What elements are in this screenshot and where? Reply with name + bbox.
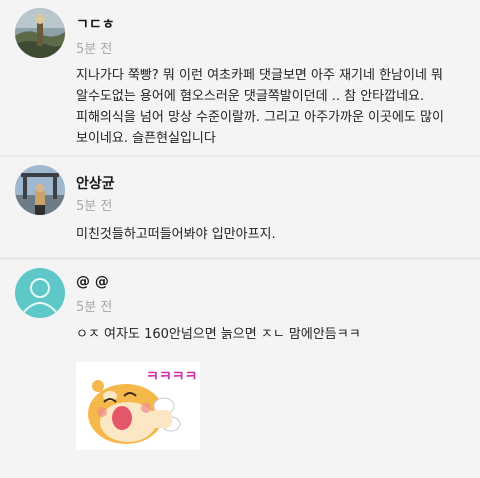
- comment-text: 미친것들하고떠들어봐야 입만아프지.: [76, 227, 276, 242]
- comment-item: ㄱㄷㅎ 5분 전 지나가다 쭉빵? 뭐 이런 여초카페 댓글보면 아주 재기네 …: [0, 0, 480, 155]
- comment-author[interactable]: 안상균: [76, 173, 115, 193]
- laughing-hamster-sticker[interactable]: ㅋㅋㅋㅋ: [76, 362, 200, 450]
- comment-list: ㄱㄷㅎ 5분 전 지나가다 쭉빵? 뭐 이런 여초카페 댓글보면 아주 재기네 …: [0, 0, 480, 478]
- comment-item: 안상균 5분 전 미친것들하고떠들어봐야 입만아프지.: [0, 157, 480, 257]
- comment-text: ㅇㅈ 여자도 160안넘으면 늙으면 ㅈㄴ 맘에안듬ㅋㅋ: [76, 327, 361, 342]
- user-avatar[interactable]: [15, 268, 65, 318]
- comment-item: @ @ 5분 전 ㅇㅈ 여자도 160안넘으면 늙으면 ㅈㄴ 맘에안듬ㅋㅋ ㅋㅋ…: [0, 260, 480, 478]
- comment-author[interactable]: @ @: [76, 274, 109, 290]
- comment-timestamp: 5분 전: [76, 199, 113, 214]
- landmark-avatar-icon: [15, 165, 65, 215]
- comment-timestamp: 5분 전: [76, 300, 113, 315]
- user-avatar[interactable]: [15, 8, 65, 58]
- default-person-avatar-icon: [15, 268, 65, 318]
- comment-author[interactable]: ㄱㄷㅎ: [76, 14, 115, 34]
- landscape-avatar-icon: [15, 8, 65, 58]
- sticker-laugh-text: ㅋㅋㅋㅋ: [146, 369, 198, 385]
- comment-timestamp: 5분 전: [76, 42, 113, 57]
- user-avatar[interactable]: [15, 165, 65, 215]
- comment-text: 지나가다 쭉빵? 뭐 이런 여초카페 댓글보면 아주 재기네 한남이네 뭐 알수…: [76, 68, 444, 146]
